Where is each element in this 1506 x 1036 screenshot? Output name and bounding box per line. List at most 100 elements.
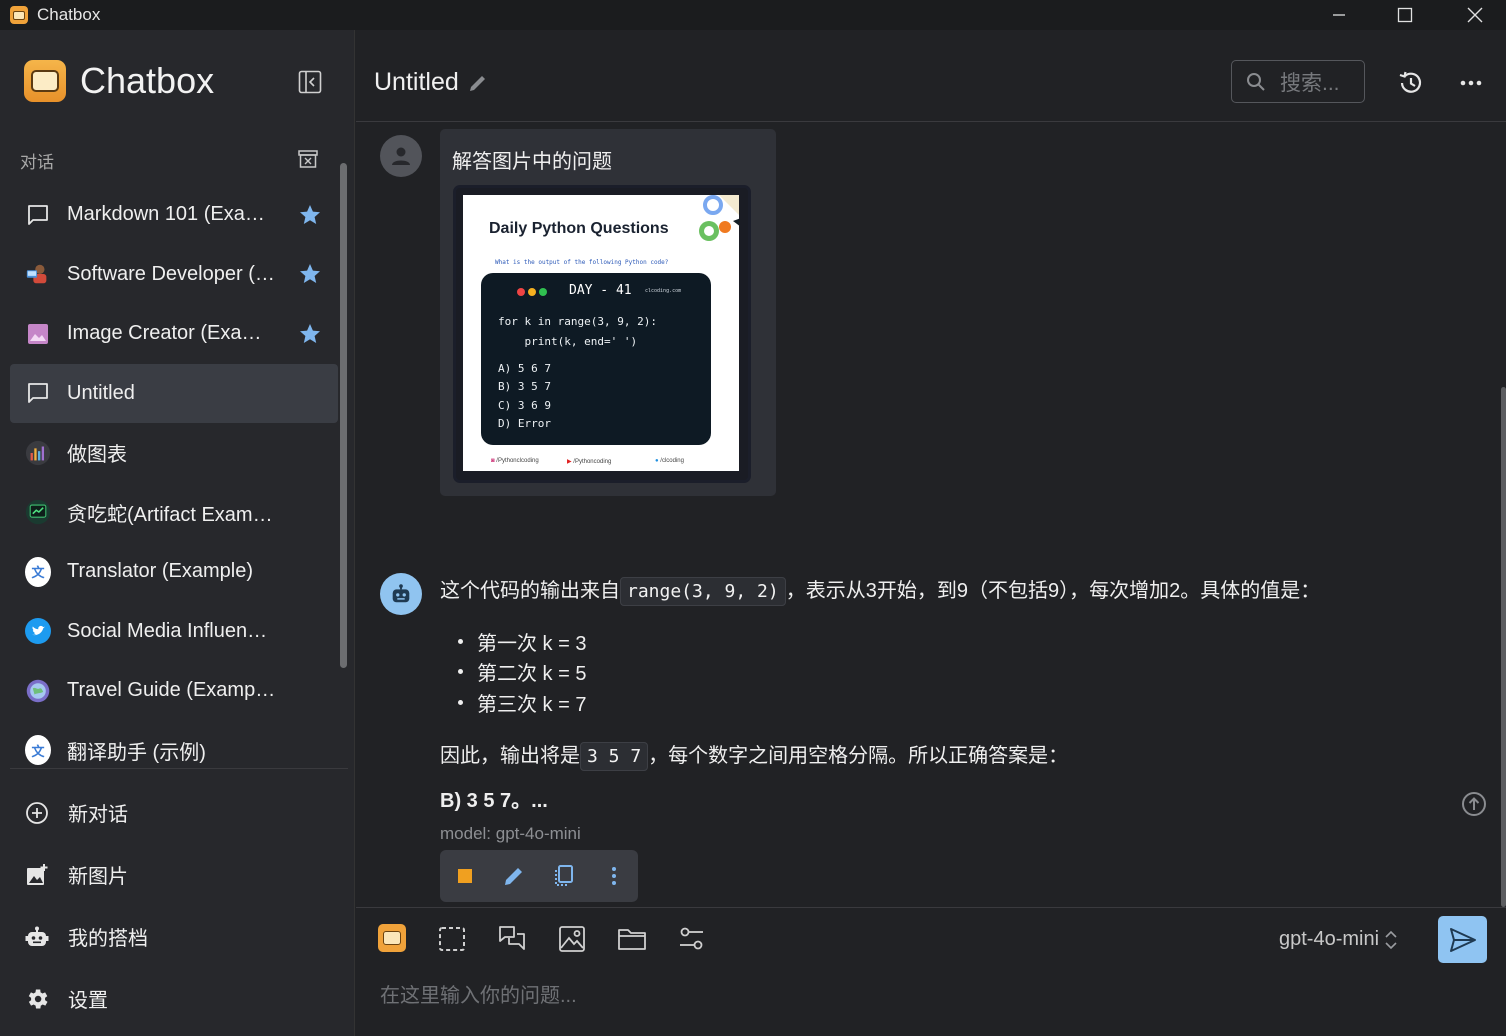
screenshot-select-icon[interactable]	[437, 924, 467, 954]
answer-intro: 这个代码的输出来自 range(3, 9, 2) ，表示从3开始，到9（不包括9），…	[440, 574, 1320, 606]
edit-title-icon[interactable]	[467, 72, 489, 94]
window-dots	[517, 288, 547, 296]
conversation-label: Image Creator (Example)	[67, 322, 277, 345]
settings-sliders-icon[interactable]	[677, 924, 707, 954]
conversation-item[interactable]: Social Media Influencer (Example)	[10, 602, 338, 662]
code-line: print(k, end=' ')	[498, 335, 638, 348]
clear-conversations-icon[interactable]	[297, 148, 319, 170]
new-thread-icon[interactable]	[497, 924, 527, 954]
footer-handle: ▶ /Pythoncoding	[567, 459, 612, 465]
star-icon[interactable]	[298, 322, 322, 346]
minimize-icon	[1333, 14, 1345, 16]
new-image-button[interactable]: 新图片	[24, 860, 128, 889]
settings-button[interactable]: 设置	[24, 984, 108, 1013]
chat-title: Untitled	[374, 68, 459, 96]
composer: gpt-4o-mini	[356, 907, 1506, 1036]
conversation-label: Travel Guide (Example)	[67, 679, 277, 702]
chatbox-logo-icon	[383, 931, 401, 945]
sidebar-scrollbar[interactable]	[340, 163, 347, 668]
window-titlebar: Chatbox	[0, 0, 1506, 30]
add-circle-icon	[26, 801, 48, 824]
app-icon	[10, 6, 28, 24]
card-subtitle: What is the output of the following Pyth…	[495, 259, 669, 266]
close-icon	[1467, 7, 1483, 23]
list-item: 第三次 k = 7	[458, 688, 586, 717]
day-label: DAY - 41	[569, 283, 632, 298]
conversation-item[interactable]: 贪吃蛇(Artifact Example)	[10, 483, 338, 543]
conversation-label: Markdown 101 (Example)	[67, 203, 277, 226]
translate-avatar-icon: 文	[25, 556, 51, 587]
inline-code: range(3, 9, 2)	[620, 577, 786, 606]
conversation-label: Translator (Example)	[67, 560, 253, 583]
conversation-item[interactable]: 文 翻译助手 (示例)	[10, 721, 338, 769]
edit-icon[interactable]	[502, 864, 526, 888]
brand-name: Chatbox	[80, 60, 215, 101]
conversation-item[interactable]: Markdown 101 (Example)	[10, 185, 338, 245]
unfold-icon	[1385, 930, 1397, 949]
footer-handle: ● /clcoding	[655, 458, 684, 464]
list-item: 第二次 k = 5	[458, 657, 586, 686]
history-icon[interactable]	[1396, 68, 1426, 98]
send-button[interactable]	[1438, 916, 1487, 963]
new-chat-label: 新对话	[68, 804, 128, 826]
robot-icon	[392, 584, 410, 603]
maximize-button[interactable]	[1370, 0, 1440, 30]
conversation-item[interactable]: 文 Translator (Example)	[10, 542, 338, 602]
list-item: 第一次 k = 3	[458, 627, 586, 656]
final-answer: B) 3 5 7。...	[440, 790, 548, 812]
more-vertical-icon[interactable]	[602, 864, 626, 888]
chart-avatar-icon	[25, 440, 51, 466]
chatbox-logo-icon	[24, 60, 66, 102]
stop-icon[interactable]	[453, 864, 477, 888]
model-selector[interactable]: gpt-4o-mini	[1279, 928, 1399, 951]
search-placeholder: 搜索...	[1280, 71, 1340, 95]
minimize-button[interactable]	[1304, 0, 1374, 30]
sidebar: Chatbox 对话 Markdown 101 (Example) Softwa…	[0, 30, 355, 1036]
python-question-card: Daily Python Questions What is the outpu…	[463, 195, 739, 471]
maximize-icon	[1397, 7, 1413, 23]
new-image-label: 新图片	[68, 866, 128, 888]
card-title: Daily Python Questions	[489, 220, 669, 237]
chat-title-wrap: Untitled	[374, 68, 489, 97]
assistant-avatar	[380, 573, 422, 615]
chat-bubble-icon	[25, 380, 51, 406]
conversation-item[interactable]: Software Developer (Example)	[10, 245, 338, 305]
chat-bubble-icon	[25, 202, 51, 228]
conversation-label: 翻译助手 (示例)	[67, 741, 206, 764]
my-copilots-label: 我的搭档	[68, 928, 148, 950]
chat-scrollbar[interactable]	[1501, 387, 1506, 907]
chat-header: Untitled 搜索...	[356, 30, 1506, 122]
conversations-section-label: 对话	[20, 153, 54, 172]
twitter-avatar-icon	[25, 618, 51, 645]
star-icon[interactable]	[298, 203, 322, 227]
message-input[interactable]	[380, 976, 1420, 1016]
scroll-to-top-icon[interactable]	[1460, 790, 1488, 818]
site-label: clcoding.com	[645, 288, 682, 294]
conversation-item[interactable]: 做图表	[10, 423, 338, 483]
user-avatar	[380, 135, 422, 177]
sidebar-collapse-icon[interactable]	[298, 70, 322, 94]
copy-icon[interactable]	[552, 864, 576, 888]
attach-file-icon[interactable]	[617, 924, 647, 954]
conversation-item[interactable]: Travel Guide (Example)	[10, 661, 338, 721]
inline-code: 3 5 7	[580, 742, 649, 771]
send-icon	[1449, 927, 1476, 952]
search-button[interactable]: 搜索...	[1231, 60, 1365, 103]
code-line: for k in range(3, 9, 2):	[498, 315, 657, 328]
settings-label: 设置	[68, 990, 108, 1012]
conversation-item[interactable]: Image Creator (Example)	[10, 304, 338, 364]
new-chat-button[interactable]: 新对话	[24, 798, 128, 827]
more-options-icon[interactable]	[1456, 68, 1486, 98]
close-window-button[interactable]	[1440, 0, 1506, 30]
code-window: DAY - 41 clcoding.com for k in range(3, …	[481, 273, 711, 445]
user-message-text: 解答图片中的问题	[452, 151, 612, 173]
copilot-picker-button[interactable]	[378, 924, 406, 952]
message-toolbar	[440, 850, 638, 902]
attached-image[interactable]: Daily Python Questions What is the outpu…	[453, 185, 751, 483]
conversation-label: Social Media Influencer (Example)	[67, 619, 277, 642]
attach-image-icon[interactable]	[557, 924, 587, 954]
my-copilots-button[interactable]: 我的搭档	[24, 922, 148, 951]
conversation-item-active[interactable]: Untitled	[10, 363, 338, 423]
conversation-label: 贪吃蛇(Artifact Example)	[67, 503, 277, 526]
star-icon[interactable]	[298, 262, 322, 286]
